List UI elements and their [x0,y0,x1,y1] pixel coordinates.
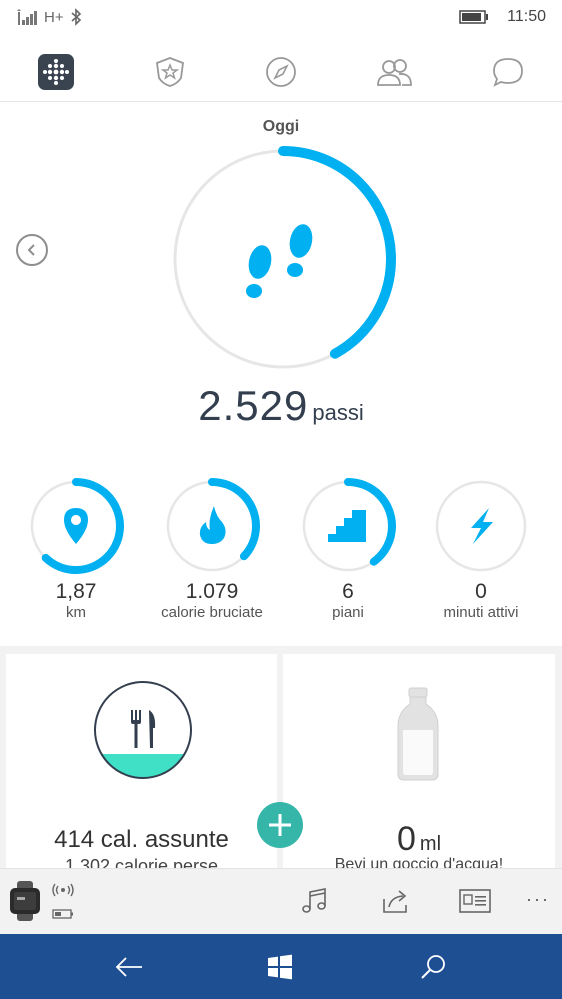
calories-ring [164,478,260,574]
lightning-icon [471,508,493,544]
tab-bar [0,42,562,142]
water-tile[interactable]: 0 ml Bevi un goccio d'acqua! [283,654,555,868]
flame-icon [199,506,226,544]
distance-label: km [66,604,86,621]
dashboard-icon [38,54,74,90]
location-pin-icon [64,508,88,544]
stat-floors[interactable]: 6 piani [280,478,416,620]
water-unit: ml [419,833,442,855]
floors-label: piani [332,604,364,621]
compass-icon [266,57,296,87]
stat-distance[interactable]: 1,87 km [8,478,144,620]
steps-ring[interactable] [168,144,398,374]
device-battery-icon [52,909,73,919]
steps-unit: passi [312,400,364,425]
profile-card-button[interactable] [459,885,491,917]
signal-strength-icon [17,9,37,25]
tracker-watch-icon[interactable] [8,881,42,921]
friends-icon [377,59,412,86]
stat-calories[interactable]: 1.079 calorie bruciate [144,478,280,620]
floors-ring [300,478,396,574]
food-fill-level [95,754,191,778]
clock: 11:50 [507,8,546,25]
active-minutes-value: 0 [475,580,487,603]
active-minutes-ring [435,480,527,572]
calories-in-text: 414 cal. assunte [54,826,229,853]
status-bar: H+ 11:50 [0,0,562,36]
music-icon [302,888,326,913]
tab-dashboard[interactable] [36,52,76,92]
device-status [52,883,74,920]
search-icon [421,955,445,979]
share-icon [383,890,407,913]
water-summary: 0 ml [283,820,555,859]
calories-value: 1.079 [185,580,239,603]
previous-day-button[interactable] [16,234,48,266]
water-bottle-icon [397,687,439,781]
today-section: Oggi 2.529 passi 1,87 km 1.079 calorie b… [0,104,562,644]
add-log-button[interactable] [257,802,303,848]
food-plate [94,681,192,779]
plus-icon [269,814,291,836]
tab-discover[interactable] [261,52,301,92]
tab-challenges[interactable] [150,52,190,92]
chevron-left-icon [27,244,35,256]
sync-signal-icon [52,883,74,897]
chat-icon [493,58,523,87]
music-button[interactable] [298,885,330,917]
calories-out-text: 1.302 calorie perse [64,856,219,868]
battery-icon [459,10,489,24]
windows-logo-icon [268,954,292,980]
network-type: H+ [44,8,64,26]
badge-star-icon [156,57,184,87]
stats-row: 1,87 km 1.079 calorie bruciate 6 piani 0… [0,478,562,648]
active-minutes-label: minuti attivi [443,604,519,621]
footsteps-icon [246,224,313,298]
search-button[interactable] [416,950,450,984]
food-tile[interactable]: 414 cal. assunte 1.302 calorie perse [6,654,277,868]
stairs-icon [328,510,366,542]
share-button[interactable] [379,885,411,917]
tab-messages[interactable] [488,52,528,92]
steps-count: 2.529 [198,382,309,429]
water-hint: Bevi un goccio d'acqua! [334,856,504,868]
distance-ring [28,478,124,574]
floors-value: 6 [342,580,354,603]
today-title: Oggi [262,118,300,135]
distance-value: 1,87 [55,580,97,603]
bluetooth-icon [71,8,81,26]
system-nav-bar [0,934,562,999]
water-value: 0 [396,820,416,858]
back-arrow-icon [115,957,142,977]
start-button[interactable] [263,950,297,984]
contact-card-icon [459,889,491,913]
more-options-button[interactable]: ··· [526,889,550,910]
steps-summary: 2.529 passi [0,382,562,430]
back-button[interactable] [112,950,146,984]
stat-active-minutes[interactable]: 0 minuti attivi [413,478,549,620]
calories-label: calorie bruciate [161,604,263,621]
tab-friends[interactable] [374,52,414,92]
app-bar: ··· [0,868,562,934]
